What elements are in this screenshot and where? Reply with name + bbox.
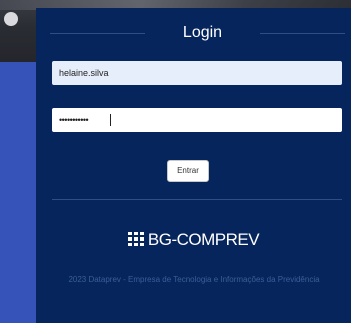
login-header: Login — [50, 18, 345, 48]
username-input[interactable] — [52, 61, 342, 85]
header-rule-right — [260, 33, 345, 34]
text-caret — [110, 114, 111, 126]
header-rule-left — [50, 33, 145, 34]
login-title: Login — [182, 24, 223, 41]
window-control-dot — [4, 12, 18, 26]
password-input[interactable] — [52, 108, 342, 132]
panel-divider — [52, 199, 342, 200]
login-button[interactable]: Entrar — [167, 160, 209, 182]
brand-name: BG-COMPREV — [147, 230, 260, 249]
page-background — [0, 62, 36, 323]
brand-logo: BG-COMPREV — [36, 230, 351, 250]
footer-copyright: 2023 Dataprev - Empresa de Tecnologia e … — [68, 275, 320, 284]
login-panel: Login Entrar BG-COMPREV 2023 Dataprev - … — [36, 8, 351, 323]
grid-icon — [127, 232, 144, 246]
